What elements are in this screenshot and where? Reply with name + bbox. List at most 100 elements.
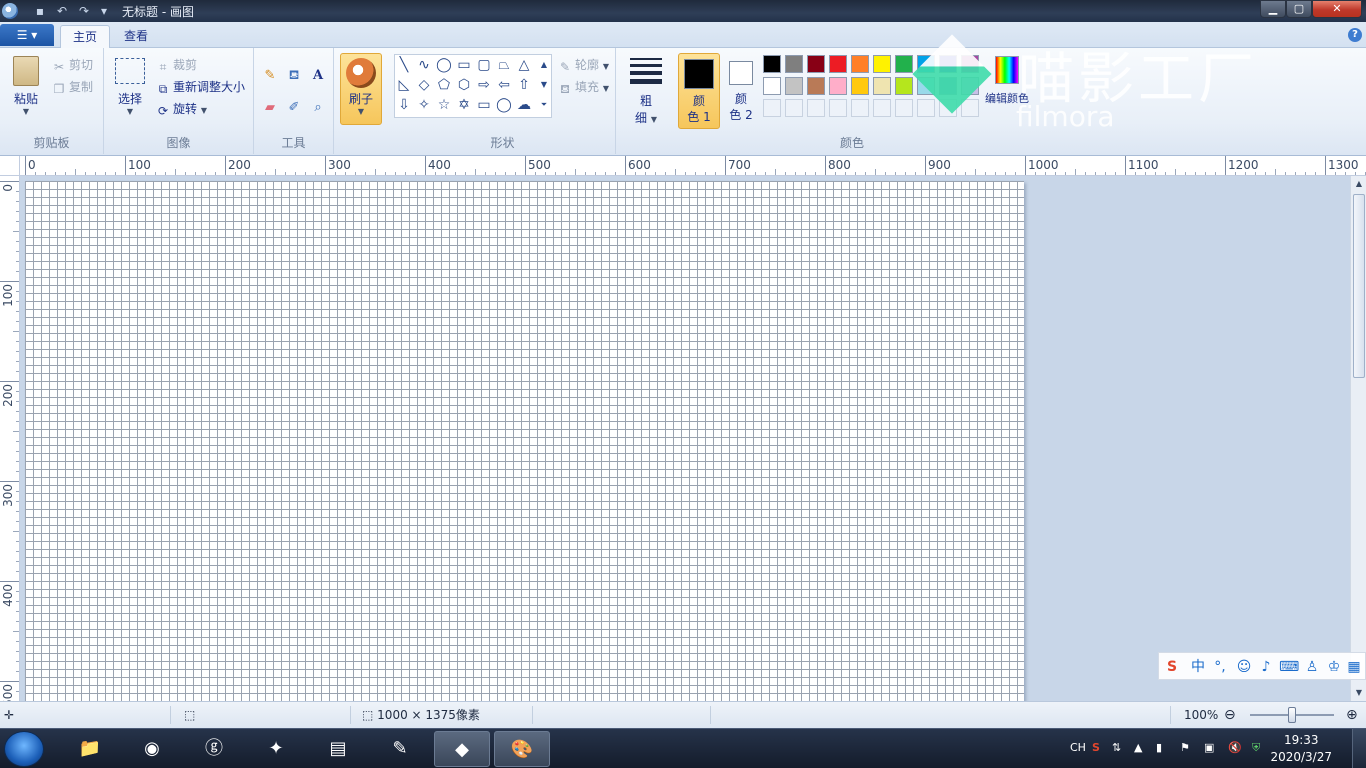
diamond-shape-icon[interactable]: ◇: [415, 76, 433, 94]
eraser-icon[interactable]: ▰: [260, 98, 280, 118]
zoom-out-icon[interactable]: ⊖: [1224, 702, 1236, 728]
palette-color-swatch[interactable]: [807, 77, 825, 95]
zoom-in-icon[interactable]: ⊕: [1346, 702, 1358, 728]
emoji-icon[interactable]: ☺: [1235, 657, 1253, 677]
palette-custom-slot[interactable]: [939, 99, 957, 117]
filmora-taskbar-icon[interactable]: ◆: [434, 731, 490, 767]
paint-menu-button[interactable]: ☰ ▾: [0, 24, 54, 46]
rounded-rectangle-shape-icon[interactable]: ▢: [475, 56, 493, 74]
zoom-slider-thumb[interactable]: [1288, 707, 1296, 723]
keyboard-icon[interactable]: ⌨: [1279, 657, 1299, 677]
triangle-shape-icon[interactable]: △: [515, 56, 533, 74]
palette-custom-slot[interactable]: [807, 99, 825, 117]
right-triangle-shape-icon[interactable]: ◺: [395, 76, 413, 94]
customize-qat-icon[interactable]: ▾: [96, 3, 112, 19]
gallery-scroll-up-icon[interactable]: ▲: [535, 56, 553, 74]
help-icon[interactable]: ?: [1348, 28, 1362, 42]
rect-callout-icon[interactable]: ▭: [475, 96, 493, 114]
curve-shape-icon[interactable]: ∿: [415, 56, 433, 74]
gs-taskbar-icon[interactable]: ⓖ: [186, 731, 242, 767]
palette-color-swatch[interactable]: [895, 55, 913, 73]
right-arrow-shape-icon[interactable]: ⇨: [475, 76, 493, 94]
palette-custom-slot[interactable]: [895, 99, 913, 117]
save-icon[interactable]: ▪: [32, 3, 48, 19]
palette-custom-slot[interactable]: [763, 99, 781, 117]
up-arrow-shape-icon[interactable]: ⇧: [515, 76, 533, 94]
hexagon-shape-icon[interactable]: ⬡: [455, 76, 473, 94]
input-switch-icon[interactable]: ⇅: [1112, 741, 1121, 754]
palette-color-swatch[interactable]: [851, 55, 869, 73]
edit-colors-button[interactable]: 编辑颜色: [984, 54, 1030, 124]
polygon-shape-icon[interactable]: ⏢: [495, 56, 513, 74]
magnifier-icon[interactable]: ⌕: [308, 98, 328, 118]
sogou-tray-icon[interactable]: S: [1092, 741, 1100, 754]
palette-color-swatch[interactable]: [873, 77, 891, 95]
action-center-icon[interactable]: ⚑: [1180, 741, 1190, 754]
language-indicator[interactable]: CH: [1070, 741, 1086, 754]
gallery-scroll-down-icon[interactable]: ▼: [535, 76, 553, 94]
vertical-scrollbar[interactable]: ▲ ▼: [1350, 176, 1366, 701]
tab-home[interactable]: 主页: [60, 25, 111, 49]
show-hidden-icons-icon[interactable]: ▲: [1134, 741, 1142, 754]
palette-color-swatch[interactable]: [939, 55, 957, 73]
paint-taskbar-icon[interactable]: 🎨: [494, 731, 550, 767]
palette-color-swatch[interactable]: [763, 77, 781, 95]
maximize-button[interactable]: ▢: [1286, 0, 1312, 18]
palette-color-swatch[interactable]: [873, 55, 891, 73]
user-icon[interactable]: ♙: [1303, 657, 1321, 677]
palette-custom-slot[interactable]: [829, 99, 847, 117]
palette-custom-slot[interactable]: [873, 99, 891, 117]
close-button[interactable]: ✕: [1312, 0, 1362, 18]
fill-bucket-icon[interactable]: ⛾: [284, 66, 304, 86]
punctuation-icon[interactable]: °,: [1211, 657, 1229, 677]
minimize-button[interactable]: ▁: [1260, 0, 1286, 18]
outline-button[interactable]: ✎ 轮廓 ▼: [558, 56, 609, 74]
palette-color-swatch[interactable]: [763, 55, 781, 73]
scrollbar-thumb[interactable]: [1353, 194, 1365, 378]
explorer-taskbar-icon[interactable]: 📁: [62, 731, 118, 767]
down-arrow-shape-icon[interactable]: ⇩: [395, 96, 413, 114]
tools-taskbar-icon[interactable]: ✎: [372, 731, 428, 767]
copy-button[interactable]: ❐ 复制: [52, 78, 93, 96]
microphone-icon[interactable]: ♪: [1257, 657, 1275, 677]
resize-button[interactable]: ⧉ 重新调整大小: [156, 78, 245, 96]
text-tool-icon[interactable]: A: [308, 66, 328, 86]
paint-app-icon[interactable]: [2, 3, 18, 19]
palette-custom-slot[interactable]: [961, 99, 979, 117]
volume-muted-icon[interactable]: 🔇: [1228, 741, 1242, 754]
palette-custom-slot[interactable]: [917, 99, 935, 117]
palette-color-swatch[interactable]: [917, 55, 935, 73]
tab-view[interactable]: 查看: [112, 25, 160, 49]
network-icon[interactable]: ▮: [1156, 741, 1162, 754]
docs-taskbar-icon[interactable]: ▤: [310, 731, 366, 767]
four-point-star-icon[interactable]: ✧: [415, 96, 433, 114]
start-button[interactable]: [4, 731, 44, 767]
palette-color-swatch[interactable]: [829, 55, 847, 73]
toolbox-icon[interactable]: ▦: [1345, 657, 1363, 677]
select-button[interactable]: 选择 ▼: [112, 52, 148, 126]
palette-color-swatch[interactable]: [785, 77, 803, 95]
cut-button[interactable]: ✂ 剪切: [52, 56, 93, 74]
fill-button[interactable]: ⛾ 填充 ▼: [558, 78, 609, 96]
palette-custom-slot[interactable]: [851, 99, 869, 117]
app-taskbar-icon[interactable]: ✦: [248, 731, 304, 767]
brushes-button[interactable]: 刷子 ▼: [340, 53, 382, 125]
five-point-star-icon[interactable]: ☆: [435, 96, 453, 114]
palette-color-swatch[interactable]: [807, 55, 825, 73]
drawing-canvas[interactable]: [25, 181, 1024, 701]
oval-shape-icon[interactable]: ◯: [435, 56, 453, 74]
sogou-icon[interactable]: S: [1163, 657, 1181, 677]
rectangle-shape-icon[interactable]: ▭: [455, 56, 473, 74]
left-arrow-shape-icon[interactable]: ⇦: [495, 76, 513, 94]
pentagon-shape-icon[interactable]: ⬠: [435, 76, 453, 94]
six-point-star-icon[interactable]: ✡: [455, 96, 473, 114]
paste-button[interactable]: 粘贴 ▼: [8, 52, 44, 126]
palette-color-swatch[interactable]: [961, 77, 979, 95]
crop-button[interactable]: ⌗ 裁剪: [156, 56, 197, 74]
undo-icon[interactable]: ↶: [54, 3, 70, 19]
size-button[interactable]: 粗 细 ▼: [624, 53, 668, 127]
scroll-down-icon[interactable]: ▼: [1351, 685, 1366, 701]
redo-icon[interactable]: ↷: [76, 3, 92, 19]
scroll-up-icon[interactable]: ▲: [1351, 176, 1366, 192]
palette-color-swatch[interactable]: [961, 55, 979, 73]
